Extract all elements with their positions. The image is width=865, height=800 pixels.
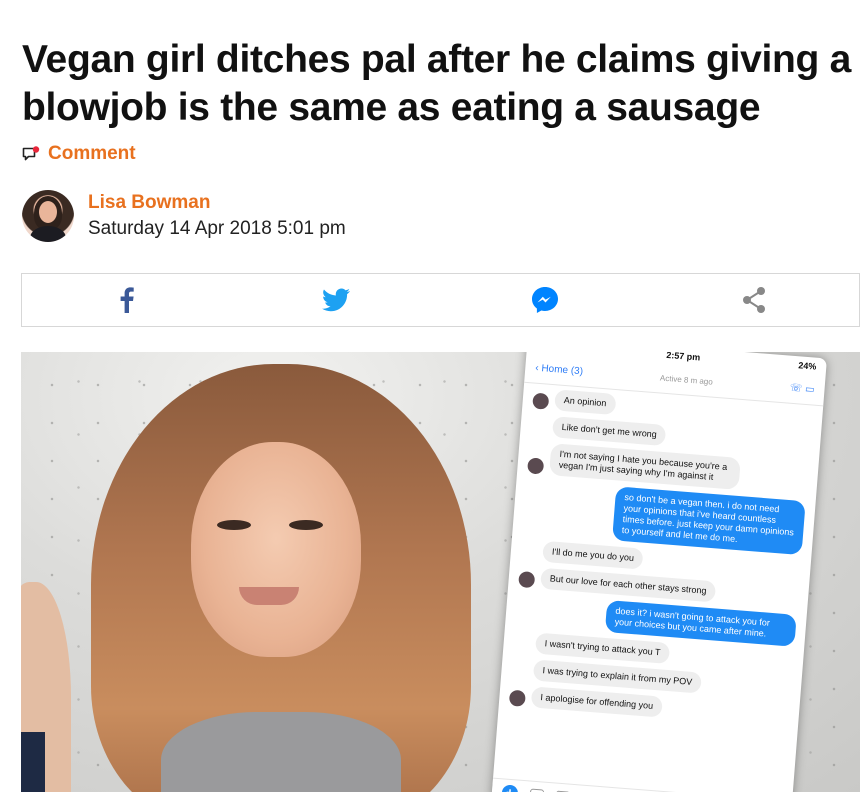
messenger-icon: [532, 287, 559, 313]
share-messenger-button[interactable]: [441, 274, 650, 326]
contact-avatar: [527, 457, 545, 475]
message-list: An opinion Like don't get me wrong I'm not…: [498, 383, 823, 733]
comment-icon: [22, 146, 40, 162]
contact-avatar: [518, 571, 536, 589]
phone-battery: 24%: [797, 360, 817, 372]
contact-avatar: [532, 392, 550, 410]
received-message: An opinion: [554, 389, 617, 415]
contact-avatar: [508, 689, 526, 707]
received-message: I'll do me you do you: [542, 540, 644, 570]
article-hero-image[interactable]: ●●●● ◆ 2:57 pm 24% ‹ Home (3) Active 8 m…: [21, 352, 860, 792]
article-headline: Vegan girl ditches pal after he claims g…: [22, 38, 852, 129]
comment-label: Comment: [48, 143, 136, 164]
received-message: I'm not saying I hate you because you're…: [548, 443, 741, 490]
received-message: I wasn't trying to attack you T: [534, 632, 671, 665]
received-message: Like don't get me wrong: [551, 416, 667, 447]
add-icon[interactable]: +: [501, 783, 519, 792]
facebook-icon: [120, 287, 134, 313]
message-row: I apologise for offending you: [508, 685, 790, 728]
call-icons[interactable]: ☏ ▭: [789, 383, 815, 396]
active-status: Active 8 m ago: [659, 373, 714, 387]
author-name[interactable]: Lisa Bowman: [88, 192, 346, 214]
back-button[interactable]: ‹ Home (3): [535, 363, 584, 378]
received-message: I apologise for offending you: [530, 686, 663, 718]
publish-date: Saturday 14 Apr 2018 5:01 pm: [88, 218, 346, 239]
gallery-icon[interactable]: [555, 790, 571, 792]
camera-icon[interactable]: [529, 788, 545, 792]
share-icon: [743, 287, 766, 313]
twitter-icon: [321, 288, 350, 312]
share-bar: [21, 273, 860, 327]
share-generic-button[interactable]: [650, 274, 859, 326]
share-facebook-button[interactable]: [22, 274, 231, 326]
author-byline: Lisa Bowman Saturday 14 Apr 2018 5:01 pm: [22, 190, 346, 242]
received-message: But our love for each other stays strong: [540, 567, 717, 603]
phone-time: 2:57 pm: [665, 352, 701, 363]
chat-input-bar: + Aa: [491, 777, 793, 792]
message-row: I'm not saying I hate you because you're…: [527, 441, 809, 495]
comment-link[interactable]: Comment: [22, 143, 136, 165]
author-avatar[interactable]: [22, 190, 74, 242]
message-row: But our love for each other stays strong: [518, 566, 799, 609]
sent-message: so don't be a vegan then. i do not need …: [612, 486, 806, 556]
share-twitter-button[interactable]: [231, 274, 440, 326]
chat-screenshot: ●●●● ◆ 2:57 pm 24% ‹ Home (3) Active 8 m…: [491, 352, 827, 792]
